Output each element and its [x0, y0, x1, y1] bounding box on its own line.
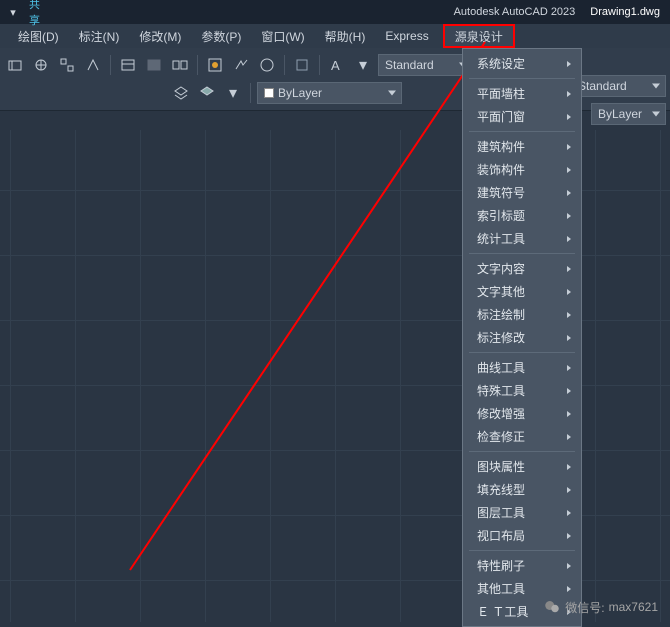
file-name: Drawing1.dwg	[590, 6, 660, 18]
menu-yuanquan[interactable]: 源泉设计	[443, 24, 515, 48]
qat-dropdown-icon[interactable]: ▾	[6, 5, 20, 19]
ghost-layer-combo[interactable]: ByLayer	[591, 103, 666, 125]
submenu-arrow-icon	[567, 167, 571, 173]
dropdown-separator	[469, 131, 575, 132]
submenu-arrow-icon	[567, 190, 571, 196]
submenu-arrow-icon	[567, 586, 571, 592]
dropdown-item[interactable]: 装饰构件	[463, 158, 581, 181]
tool-icon[interactable]	[56, 54, 78, 76]
dropdown-item[interactable]: 建筑符号	[463, 181, 581, 204]
submenu-arrow-icon	[567, 388, 571, 394]
chevron-down-icon[interactable]: ▾	[222, 82, 244, 104]
toolbar-ghost: Standard ByLayer	[567, 72, 670, 128]
dropdown-item[interactable]: 曲线工具	[463, 356, 581, 379]
layer-color-combo[interactable]: ByLayer	[257, 82, 402, 104]
dropdown-item[interactable]: 文字其他	[463, 280, 581, 303]
menu-window[interactable]: 窗口(W)	[251, 24, 314, 48]
submenu-arrow-icon	[567, 365, 571, 371]
menu-help[interactable]: 帮助(H)	[315, 24, 376, 48]
app-title: Autodesk AutoCAD 2023	[454, 6, 576, 18]
toolbar-divider	[110, 55, 111, 75]
submenu-arrow-icon	[567, 91, 571, 97]
share-button[interactable]: 共享	[26, 5, 40, 19]
tool-icon[interactable]	[117, 54, 139, 76]
menu-dimension[interactable]: 标注(N)	[69, 24, 130, 48]
text-style-icon[interactable]: A	[326, 54, 348, 76]
svg-text:A: A	[331, 58, 340, 73]
dropdown-item[interactable]: 填充线型	[463, 478, 581, 501]
submenu-arrow-icon	[567, 464, 571, 470]
submenu-arrow-icon	[567, 533, 571, 539]
submenu-arrow-icon	[567, 289, 571, 295]
toolbar-divider	[250, 83, 251, 103]
text-style-combo[interactable]: Standard	[378, 54, 473, 76]
dropdown-item[interactable]: 图层工具	[463, 501, 581, 524]
title-bar: ▾ 共享 Autodesk AutoCAD 2023 Drawing1.dwg	[0, 0, 670, 24]
watermark-id: max7621	[609, 600, 658, 614]
dropdown-item[interactable]: 索引标题	[463, 204, 581, 227]
dropdown-separator	[469, 253, 575, 254]
menu-parametric[interactable]: 参数(P)	[191, 24, 251, 48]
toolbar-divider	[319, 55, 320, 75]
tool-icon[interactable]	[143, 54, 165, 76]
tool-icon[interactable]	[291, 54, 313, 76]
color-swatch-icon	[264, 88, 274, 98]
tool-icon[interactable]	[256, 54, 278, 76]
dropdown-separator	[469, 352, 575, 353]
wechat-icon	[543, 598, 561, 616]
submenu-arrow-icon	[567, 312, 571, 318]
dropdown-item[interactable]: 其他工具	[463, 577, 581, 600]
submenu-arrow-icon	[567, 213, 571, 219]
dropdown-item[interactable]: 图块属性	[463, 455, 581, 478]
submenu-arrow-icon	[567, 434, 571, 440]
dropdown-item[interactable]: 标注绘制	[463, 303, 581, 326]
submenu-arrow-icon	[567, 335, 571, 341]
dropdown-separator	[469, 78, 575, 79]
dropdown-item[interactable]: 检查修正	[463, 425, 581, 448]
yuanquan-dropdown: 系统设定平面墙柱平面门窗建筑构件装饰构件建筑符号索引标题统计工具文字内容文字其他…	[462, 48, 582, 627]
dropdown-item[interactable]: 系统设定	[463, 52, 581, 75]
watermark-prefix: 微信号:	[565, 599, 604, 616]
layer-state-icon[interactable]	[196, 82, 218, 104]
tool-icon[interactable]	[30, 54, 52, 76]
submenu-arrow-icon	[567, 266, 571, 272]
toolbar-divider	[197, 55, 198, 75]
submenu-arrow-icon	[567, 114, 571, 120]
dropdown-item[interactable]: 视口布局	[463, 524, 581, 547]
menu-draw[interactable]: 绘图(D)	[8, 24, 69, 48]
dropdown-item[interactable]: 文字内容	[463, 257, 581, 280]
dropdown-item[interactable]: 平面墙柱	[463, 82, 581, 105]
dropdown-item[interactable]: 统计工具	[463, 227, 581, 250]
menu-express[interactable]: Express	[375, 24, 438, 48]
dropdown-item[interactable]: 平面门窗	[463, 105, 581, 128]
menu-bar: 绘图(D) 标注(N) 修改(M) 参数(P) 窗口(W) 帮助(H) Expr…	[0, 24, 670, 48]
submenu-arrow-icon	[567, 487, 571, 493]
submenu-arrow-icon	[567, 411, 571, 417]
layer-icon[interactable]	[170, 82, 192, 104]
submenu-arrow-icon	[567, 236, 571, 242]
tool-icon[interactable]	[4, 54, 26, 76]
submenu-arrow-icon	[567, 510, 571, 516]
tool-icon[interactable]	[204, 54, 226, 76]
ghost-style-combo[interactable]: Standard	[571, 75, 666, 97]
dropdown-separator	[469, 550, 575, 551]
watermark: 微信号: max7621	[543, 598, 658, 616]
dropdown-item[interactable]: 标注修改	[463, 326, 581, 349]
submenu-arrow-icon	[567, 61, 571, 67]
dropdown-item[interactable]: 建筑构件	[463, 135, 581, 158]
dropdown-item[interactable]: 特性刷子	[463, 554, 581, 577]
dropdown-item[interactable]: 修改增强	[463, 402, 581, 425]
dropdown-separator	[469, 451, 575, 452]
submenu-arrow-icon	[567, 144, 571, 150]
chevron-down-icon[interactable]: ▾	[352, 54, 374, 76]
toolbar-divider	[284, 55, 285, 75]
tool-icon[interactable]	[169, 54, 191, 76]
tool-icon[interactable]	[230, 54, 252, 76]
tool-icon[interactable]	[82, 54, 104, 76]
dropdown-item[interactable]: 特殊工具	[463, 379, 581, 402]
submenu-arrow-icon	[567, 563, 571, 569]
menu-modify[interactable]: 修改(M)	[129, 24, 191, 48]
